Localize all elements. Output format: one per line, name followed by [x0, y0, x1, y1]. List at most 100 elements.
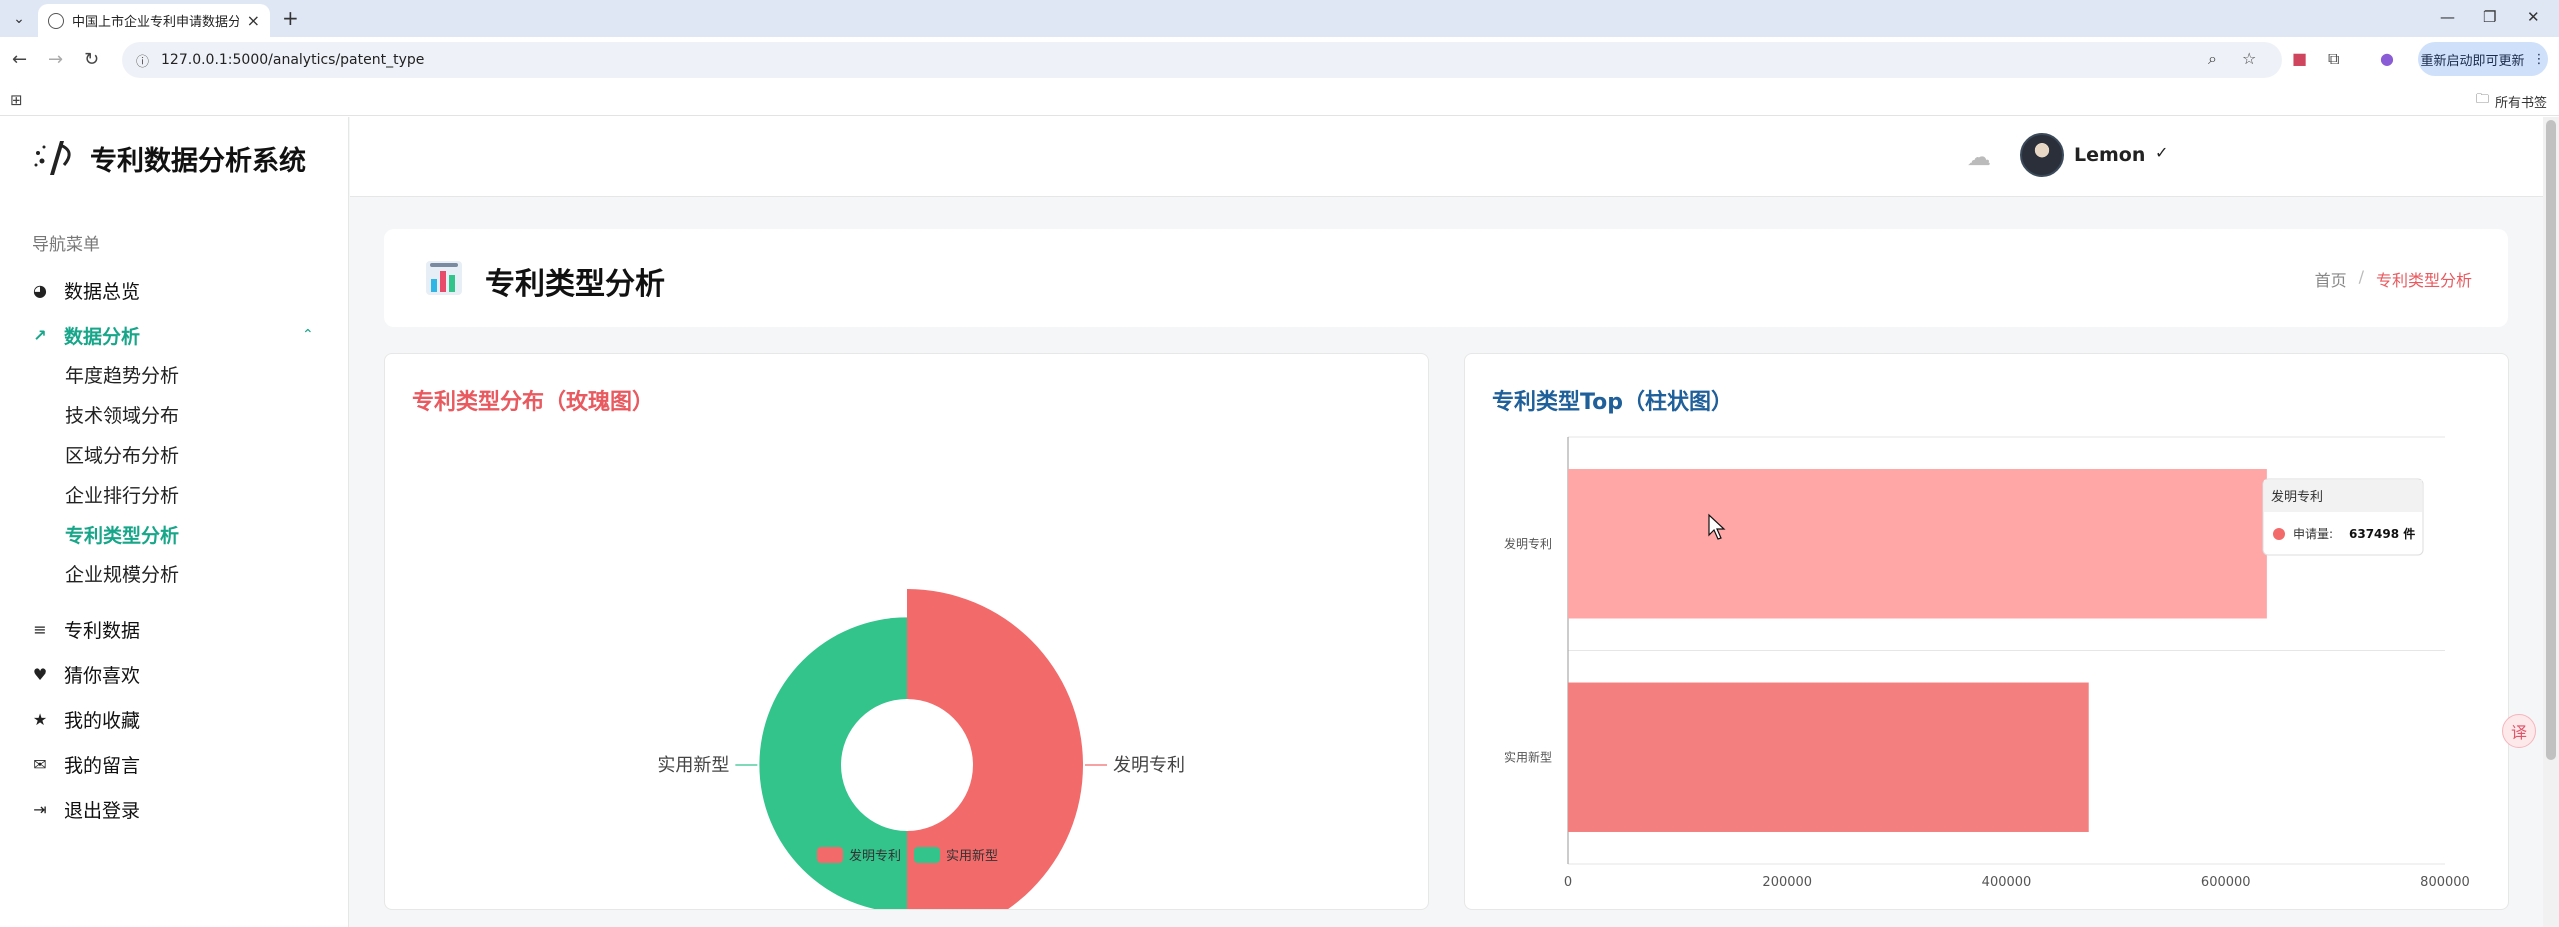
address-bar[interactable]: ⓘ 127.0.0.1:5000/analytics/patent_type — [122, 42, 2282, 78]
page-title: 专利类型分析 — [485, 267, 665, 302]
sidebar-item-label: 数据总览 — [64, 281, 141, 303]
page-header: 专利类型分析 首页 / 专利类型分析 — [384, 229, 2508, 327]
bar-0[interactable] — [1568, 469, 2267, 619]
extension-icon[interactable]: ■ — [2292, 49, 2307, 68]
trend-icon: ↗ — [33, 326, 47, 345]
zoom-icon[interactable]: ⌕ — [2208, 49, 2217, 69]
tooltip-label: 申请量: — [2293, 527, 2333, 541]
bar-chart-card: 专利类型Top（柱状图） 发明专利 实用新型 0 200000 400000 600000… — [1464, 353, 2509, 910]
cloud-icon[interactable]: ☁ — [1967, 143, 1991, 171]
rose-legend-swatch-1[interactable] — [914, 847, 940, 863]
top-header — [350, 117, 2559, 197]
logout-icon: ⇥ — [33, 800, 47, 819]
sidebar-sub-annual-trend[interactable]: 年度趋势分析 — [65, 361, 179, 388]
globe-icon — [48, 12, 64, 29]
app-logo[interactable]: 专利数据分析系统 — [30, 135, 306, 181]
bar-chart: 发明专利实用新型0 200000 400000 600000 800000发明专利申请量… — [1504, 436, 2470, 890]
all-bookmarks[interactable]: 🗀 所有书签 — [2476, 90, 2547, 112]
app-root: 专利数据分析系统 导航菜单 ◕ 数据总览 ↗ 数据分析 ⌃ 年度趋势分析 技术领… — [0, 117, 2559, 927]
breadcrumb-home[interactable]: 首页 — [2315, 267, 2347, 291]
sidebar-item-label: 猜你喜欢 — [64, 665, 141, 687]
breadcrumb-separator: / — [2358, 267, 2364, 286]
bookmark-star-icon[interactable]: ☆ — [2242, 49, 2256, 68]
tab-title: 中国上市企业专利申请数据分析 — [72, 15, 239, 30]
site-info-icon[interactable]: ⓘ — [136, 51, 149, 70]
sidebar-sub-tech-field[interactable]: 技术领域分布 — [65, 401, 179, 428]
sidebar-item-recommend[interactable]: ♥ 猜你喜欢 — [30, 661, 140, 688]
url-text: 127.0.0.1:5000/analytics/patent_type — [161, 52, 425, 68]
star-icon: ★ — [32, 710, 48, 729]
browser-tab[interactable]: 中国上市企业专利申请数据分析 × — [38, 4, 270, 37]
browser-tab-bar: ⌄ 中国上市企业专利申请数据分析 × + — ❐ ✕ — [0, 0, 2559, 37]
sidebar-item-favorites[interactable]: ★ 我的收藏 — [30, 706, 140, 733]
chevron-up-icon[interactable]: ⌃ — [302, 327, 314, 343]
chat-icon: ✉ — [33, 755, 47, 774]
more-menu-icon: ⋮ — [2532, 51, 2546, 67]
sidebar-sub-patent-type[interactable]: 专利类型分析 — [65, 521, 179, 548]
rose-legend-label-1[interactable]: 实用新型 — [946, 848, 998, 864]
sidebar-sub-scale[interactable]: 企业规模分析 — [65, 560, 179, 587]
profile-icon[interactable]: ● — [2380, 49, 2394, 68]
app-name: 专利数据分析系统 — [90, 145, 306, 177]
sidebar-item-analysis[interactable]: ↗ 数据分析 — [30, 322, 140, 349]
sidebar-item-label: 退出登录 — [64, 800, 141, 822]
bookmarks-bar: ⊞ 🗀 所有书签 — [0, 83, 2559, 116]
tooltip-title: 发明专利 — [2271, 489, 2323, 505]
sidebar-item-logout[interactable]: ⇥ 退出登录 — [30, 796, 140, 823]
sidebar-item-label: 我的收藏 — [64, 710, 141, 732]
sidebar-item-messages[interactable]: ✉ 我的留言 — [30, 751, 140, 778]
tooltip-value: 637498 件 — [2349, 526, 2415, 541]
forward-icon[interactable]: → — [48, 49, 63, 70]
browser-toolbar: ← → ↻ ⓘ 127.0.0.1:5000/analytics/patent_… — [0, 37, 2559, 83]
rose-slice-1[interactable] — [759, 617, 907, 909]
breadcrumb: 首页 / 专利类型分析 — [2315, 267, 2472, 291]
folder-icon: 🗀 — [2475, 92, 2489, 107]
bar-x-tick-label: 800000 — [2420, 875, 2470, 890]
rose-legend-swatch-0[interactable] — [817, 847, 843, 863]
bar-category-label-1: 实用新型 — [1504, 749, 1552, 764]
heart-icon: ♥ — [32, 665, 48, 684]
bar-1[interactable] — [1568, 682, 2089, 832]
back-icon[interactable]: ← — [12, 49, 27, 70]
rose-label-0: 发明专利 — [1113, 755, 1185, 776]
window-close-icon[interactable]: ✕ — [2527, 8, 2540, 26]
rose-chart: 发明专利实用新型发明专利 实用新型 — [657, 589, 1185, 909]
all-bookmarks-label: 所有书签 — [2494, 95, 2547, 111]
rose-legend-label-0[interactable]: 发明专利 — [849, 848, 901, 864]
extensions-puzzle-icon[interactable]: ⧉ — [2328, 49, 2339, 69]
sidebar-sub-ranking[interactable]: 企业排行分析 — [65, 481, 179, 508]
breadcrumb-current: 专利类型分析 — [2375, 271, 2472, 290]
bar-chart-icon — [426, 261, 462, 295]
pie-chart-icon: ◕ — [33, 281, 47, 300]
sidebar-item-label: 我的留言 — [64, 755, 141, 777]
logo-icon — [34, 141, 71, 175]
new-tab-icon[interactable]: + — [282, 6, 299, 30]
sidebar-item-overview[interactable]: ◕ 数据总览 — [30, 277, 140, 304]
restore-icon[interactable]: ❐ — [2483, 8, 2496, 26]
chevron-down-icon[interactable]: ✓ — [2155, 143, 2168, 162]
sidebar-sub-region[interactable]: 区域分布分析 — [65, 441, 179, 468]
reload-icon[interactable]: ↻ — [84, 49, 99, 70]
bar-x-tick-label: 400000 — [1982, 875, 2032, 890]
sidebar-item-label: 专利数据 — [64, 620, 141, 642]
update-label: 重新启动即可更新 — [2420, 53, 2525, 69]
minimize-icon[interactable]: — — [2440, 8, 2455, 26]
sidebar-item-patent-data[interactable]: ≡ 专利数据 — [30, 616, 140, 643]
apps-grid-icon[interactable]: ⊞ — [10, 91, 23, 109]
bar-x-tick-label: 600000 — [2201, 875, 2251, 890]
database-icon: ≡ — [33, 620, 47, 639]
update-button[interactable]: 重新启动即可更新 ⋮ — [2418, 42, 2548, 76]
scrollbar-thumb[interactable] — [2546, 120, 2556, 760]
rose-label-1: 实用新型 — [657, 755, 729, 776]
avatar[interactable] — [2020, 133, 2064, 177]
user-name[interactable]: Lemon — [2074, 144, 2145, 166]
bar-category-label-0: 发明专利 — [1504, 536, 1552, 551]
tooltip-marker — [2273, 528, 2285, 540]
sidebar: 专利数据分析系统 导航菜单 ◕ 数据总览 ↗ 数据分析 ⌃ 年度趋势分析 技术领… — [0, 117, 349, 927]
tab-search-icon[interactable]: ⌄ — [8, 8, 30, 30]
bar-x-tick-label: 0 — [1564, 875, 1572, 890]
nav-menu-title: 导航菜单 — [32, 235, 100, 255]
tab-close-icon[interactable]: × — [247, 11, 260, 30]
translate-icon[interactable]: 译 — [2502, 714, 2536, 748]
bar-x-tick-label: 200000 — [1762, 875, 1812, 890]
